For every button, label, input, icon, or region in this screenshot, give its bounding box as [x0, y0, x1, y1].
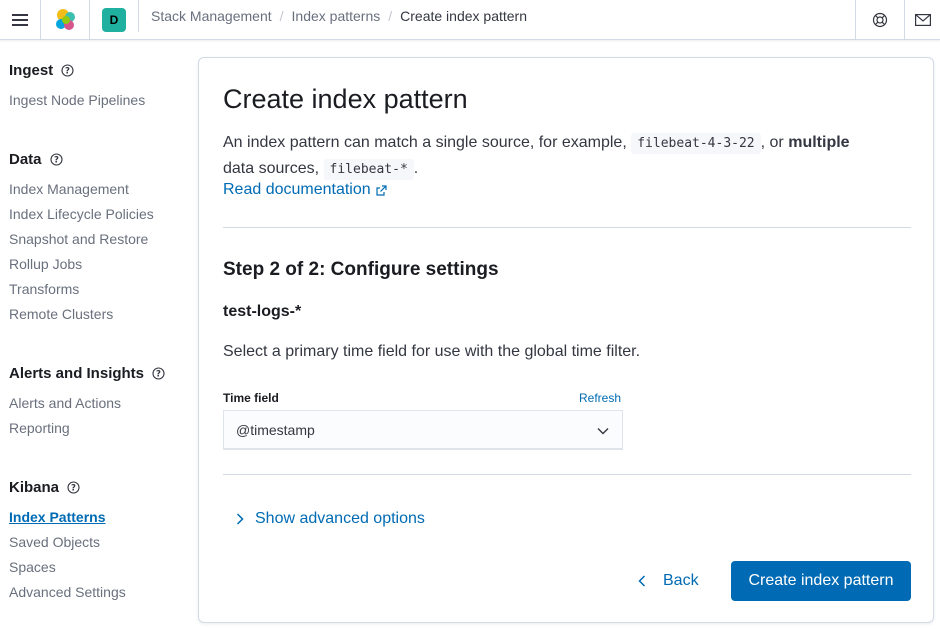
back-button[interactable]: Back [637, 561, 699, 601]
show-advanced-options-label: Show advanced options [255, 510, 425, 527]
sidebar-item-reporting[interactable]: Reporting [9, 416, 165, 441]
sidebar-item-saved-objects[interactable]: Saved Objects [9, 530, 126, 555]
divider [223, 227, 911, 228]
top-header: D Stack Management / Index patterns / Cr… [0, 0, 940, 40]
sidebar-group-label: Kibana [9, 478, 60, 496]
sidebar: Ingest ? Ingest Node Pipelines Data ? In… [0, 40, 190, 629]
page-title: Create index pattern [223, 84, 468, 114]
question-circle-icon[interactable]: ? [49, 152, 63, 166]
sidebar-item-index-management[interactable]: Index Management [9, 177, 154, 202]
read-documentation-link[interactable]: Read documentation [223, 181, 387, 199]
sidebar-item-snapshot-and-restore[interactable]: Snapshot and Restore [9, 227, 154, 252]
sidebar-item-ingest-node-pipelines[interactable]: Ingest Node Pipelines [9, 88, 145, 113]
time-field-select[interactable]: @timestamp [223, 410, 623, 450]
breadcrumb-separator: / [388, 8, 393, 24]
show-advanced-options-button[interactable]: Show advanced options [235, 510, 425, 528]
sidebar-group-label: Ingest [9, 61, 54, 79]
refresh-fields-link[interactable]: Refresh [579, 391, 621, 405]
description-text: , or [760, 134, 784, 151]
read-documentation-label: Read documentation [223, 181, 371, 198]
external-link-icon [376, 184, 387, 196]
mail-icon [914, 14, 931, 26]
sidebar-item-rollup-jobs[interactable]: Rollup Jobs [9, 252, 154, 277]
time-field-value: @timestamp [236, 422, 315, 438]
newsfeed-button[interactable] [904, 0, 940, 40]
sidebar-group-title: Data ? [9, 149, 154, 169]
breadcrumb-stack-management[interactable]: Stack Management [151, 8, 272, 24]
sidebar-group-kibana: Kibana ? Index Patterns Saved Objects Sp… [9, 477, 126, 605]
question-circle-icon[interactable]: ? [67, 480, 80, 494]
sidebar-group-data: Data ? Index Management Index Lifecycle … [9, 149, 154, 327]
chevron-left-icon [638, 575, 646, 587]
sidebar-item-remote-clusters[interactable]: Remote Clusters [9, 302, 154, 327]
example-code-multiple: filebeat-* [323, 159, 414, 180]
home-link[interactable] [40, 0, 90, 40]
svg-text:?: ? [54, 155, 59, 165]
create-index-pattern-button[interactable]: Create index pattern [731, 561, 911, 601]
breadcrumb-separator: / [279, 8, 284, 24]
chevron-down-icon [597, 428, 609, 435]
breadcrumb-current: Create index pattern [400, 8, 527, 24]
space-selector[interactable]: D [89, 0, 138, 40]
step-title: Step 2 of 2: Configure settings [223, 259, 499, 280]
space-avatar: D [102, 8, 126, 32]
sidebar-group-label: Alerts and Insights [9, 364, 145, 382]
example-code-single: filebeat-4-3-22 [631, 133, 761, 154]
question-circle-icon[interactable]: ? [61, 63, 74, 77]
create-index-pattern-panel: Create index pattern An index pattern ca… [198, 57, 934, 623]
description-text: data sources, [223, 160, 320, 177]
help-icon [872, 12, 888, 28]
sidebar-group-title: Ingest ? [9, 60, 145, 80]
sidebar-item-transforms[interactable]: Transforms [9, 277, 154, 302]
svg-text:?: ? [71, 483, 76, 493]
back-button-label: Back [663, 572, 699, 589]
sidebar-item-alerts-and-actions[interactable]: Alerts and Actions [9, 391, 165, 416]
time-field-description: Select a primary time field for use with… [223, 343, 641, 360]
breadcrumb-index-patterns[interactable]: Index patterns [292, 8, 381, 24]
sidebar-group-title: Alerts and Insights ? [9, 363, 165, 383]
index-pattern-name: test-logs-* [223, 303, 302, 320]
sidebar-group-alerts-and-insights: Alerts and Insights ? Alerts and Actions… [9, 363, 165, 441]
divider [223, 474, 911, 475]
sidebar-item-advanced-settings[interactable]: Advanced Settings [9, 580, 126, 605]
description-text: . [413, 160, 419, 177]
sidebar-group-label: Data [9, 150, 42, 168]
description-text: An index pattern can match a single sour… [223, 134, 627, 151]
elastic-logo-icon [55, 9, 75, 30]
sidebar-item-index-lifecycle-policies[interactable]: Index Lifecycle Policies [9, 202, 154, 227]
chevron-right-icon [236, 513, 244, 525]
sidebar-group-ingest: Ingest ? Ingest Node Pipelines [9, 60, 145, 113]
menu-icon [12, 14, 28, 26]
svg-text:?: ? [156, 369, 161, 379]
page-description: An index pattern can match a single sour… [223, 130, 913, 182]
description-bold: multiple [788, 134, 850, 151]
help-button[interactable] [855, 0, 904, 40]
time-field-label: Time field [223, 391, 279, 405]
question-circle-icon[interactable]: ? [152, 366, 165, 380]
breadcrumb: Stack Management / Index patterns / Crea… [138, 0, 527, 32]
sidebar-item-index-patterns[interactable]: Index Patterns [9, 505, 126, 530]
svg-text:?: ? [65, 66, 70, 76]
sidebar-item-spaces[interactable]: Spaces [9, 555, 126, 580]
sidebar-group-title: Kibana ? [9, 477, 126, 497]
menu-button[interactable] [0, 0, 40, 40]
